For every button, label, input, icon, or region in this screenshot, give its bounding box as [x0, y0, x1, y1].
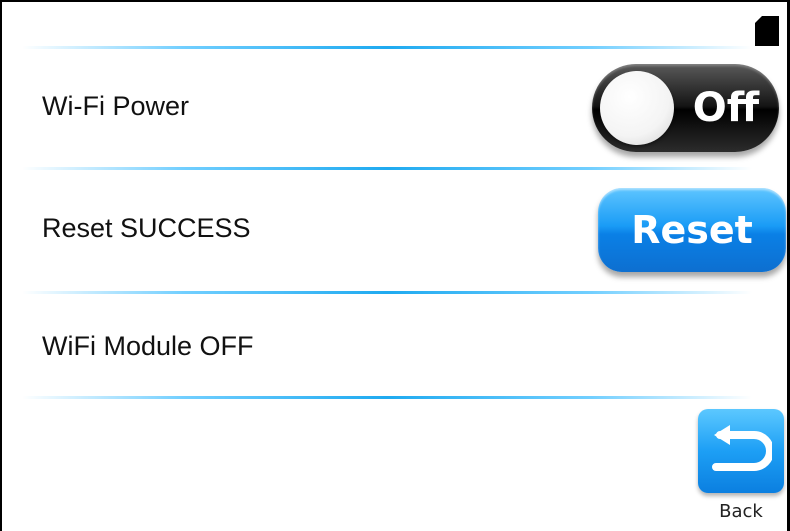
wifi-power-toggle[interactable]: Off — [592, 64, 779, 152]
reset-status-label: Reset SUCCESS — [42, 213, 251, 243]
toggle-state-text: Off — [692, 85, 760, 131]
row-divider — [22, 291, 752, 294]
wifi-module-status-label: WiFi Module OFF — [42, 331, 254, 361]
row-divider — [22, 396, 752, 399]
back-label: Back — [719, 501, 763, 522]
row-divider — [22, 167, 752, 170]
wifi-power-label: Wi-Fi Power — [42, 91, 189, 121]
toggle-knob — [600, 71, 674, 145]
reset-button[interactable]: Reset — [598, 188, 786, 272]
back-button[interactable]: Back — [698, 409, 786, 527]
back-tile — [698, 409, 784, 493]
return-arrow-icon — [712, 425, 772, 471]
row-divider — [22, 46, 752, 49]
wifi-settings-screen: Wi-Fi Power Off Reset SUCCESS Reset WiFi… — [0, 0, 790, 531]
sd-card-icon — [755, 16, 779, 46]
